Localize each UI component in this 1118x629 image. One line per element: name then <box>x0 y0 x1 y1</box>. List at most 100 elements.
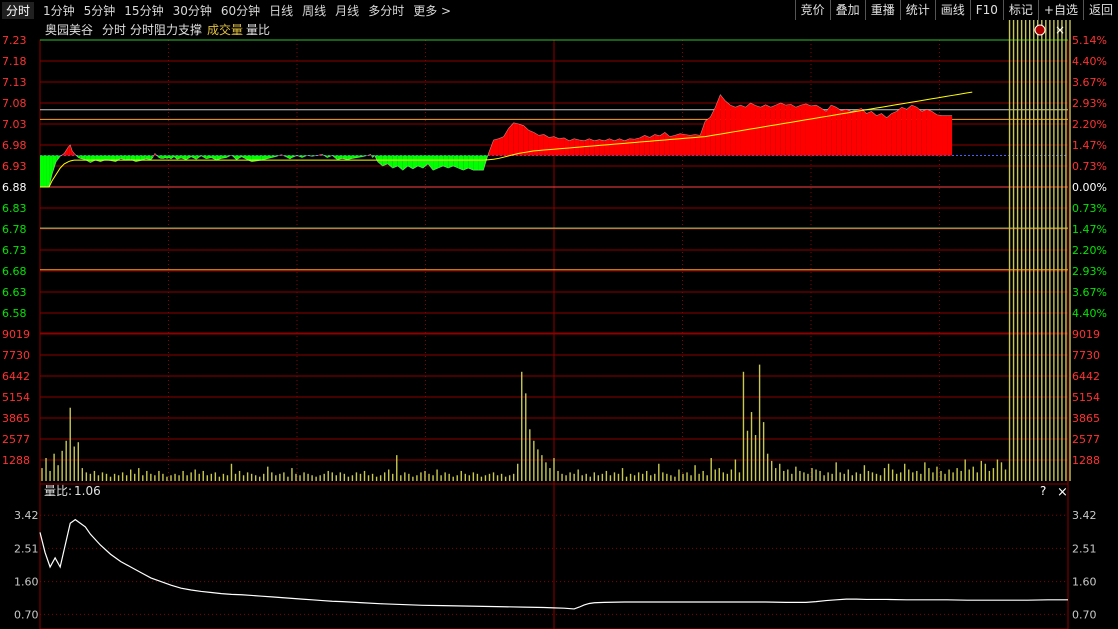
price-area-seg-182 <box>866 111 872 156</box>
period-toolbar: 分时 1分钟 5分钟 15分钟 30分钟 60分钟 日线 周线 月线 多分时 更多 > 竞价 叠加 重播… <box>0 0 1118 21</box>
price-area-seg-112 <box>513 122 519 156</box>
price-area-seg-129 <box>599 139 605 156</box>
period-tabs: 分时 1分钟 5分钟 15分钟 30分钟 60分钟 日线 周线 月线 多分时 更多 > <box>2 0 460 20</box>
pct-tick-11: 2.93% <box>1072 265 1107 278</box>
price-tick-12: 6.63 <box>2 286 27 299</box>
period-tab-7[interactable]: 周线 <box>302 2 326 19</box>
price-tick-7: 6.88 <box>2 181 27 194</box>
period-tab-5[interactable]: 60分钟 <box>221 2 260 19</box>
tool-button-2[interactable]: 重播 <box>864 0 900 20</box>
price-area-seg-180 <box>856 108 862 156</box>
price-area-seg-162 <box>765 104 771 156</box>
pct-tick-6: 0.73% <box>1072 160 1107 173</box>
ratio-tick-right-3: 0.70 <box>1072 608 1097 621</box>
price-area-seg-133 <box>619 138 625 156</box>
price-area-seg-132 <box>614 138 620 156</box>
vol-tick-right-4: 3865 <box>1072 412 1100 425</box>
price-area-seg-196 <box>936 114 943 156</box>
price-tick-11: 6.68 <box>2 265 27 278</box>
price-area-seg-165 <box>780 103 786 156</box>
close-icon[interactable]: × <box>1057 485 1068 500</box>
price-tick-13: 6.58 <box>2 307 27 320</box>
tool-button-0[interactable]: 竞价 <box>794 0 830 20</box>
price-area-seg-127 <box>589 138 595 156</box>
price-area-seg-131 <box>609 138 615 156</box>
pct-tick-12: 3.67% <box>1072 286 1107 299</box>
price-tick-4: 7.03 <box>2 118 27 131</box>
ratio-label: 量比 <box>246 23 270 37</box>
vol-tick-left-3: 5154 <box>2 391 30 404</box>
price-area-seg-167 <box>790 104 796 156</box>
price-tick-5: 6.98 <box>2 139 27 152</box>
price-area-seg-145 <box>679 133 686 156</box>
intraday-chart: 7.23 5.14% 7.18 4.40% 7.13 3.67% 7.08 2.93% 7.03… <box>0 20 1118 629</box>
vol-tick-left-1: 7730 <box>2 349 30 362</box>
vol-tick-right-1: 7730 <box>1072 349 1100 362</box>
price-area-seg-139 <box>649 134 655 156</box>
price-tick-3: 7.08 <box>2 97 27 110</box>
price-area-seg-128 <box>594 139 600 156</box>
price-area-seg-195 <box>931 111 937 156</box>
period-tab-0[interactable]: 分时 <box>2 1 35 19</box>
tool-button-4[interactable]: 画线 <box>934 0 970 20</box>
price-area-seg-193 <box>921 109 927 156</box>
price-tick-10: 6.73 <box>2 244 27 257</box>
price-area-seg-153 <box>720 94 726 156</box>
ratio-tick-right-0: 3.42 <box>1072 509 1097 522</box>
period-tab-4[interactable]: 30分钟 <box>173 2 212 19</box>
period-tab-3[interactable]: 15分钟 <box>124 2 163 19</box>
period-tab-1[interactable]: 1分钟 <box>43 2 75 19</box>
price-area-seg-137 <box>639 135 645 156</box>
pct-tick-1: 4.40% <box>1072 55 1107 68</box>
vol-tick-right-6: 1288 <box>1072 454 1100 467</box>
pct-tick-0: 5.14% <box>1072 34 1107 47</box>
price-area-seg-194 <box>926 109 932 156</box>
vol-tick-left-5: 2577 <box>2 433 30 446</box>
vol-tick-right-0: 9019 <box>1072 328 1100 341</box>
price-area-seg-169 <box>800 103 806 156</box>
tool-buttons: 竞价 叠加 重播 统计 画线 F10 标记 +自选 返回 <box>794 0 1118 20</box>
tool-button-5[interactable]: F10 <box>969 0 1003 20</box>
period-tab-6[interactable]: 日线 <box>269 2 293 19</box>
help-icon[interactable]: ? <box>1040 484 1046 498</box>
price-area-seg-108 <box>493 138 499 156</box>
price-area-seg-155 <box>730 105 736 156</box>
price-tick-8: 6.83 <box>2 202 27 215</box>
price-area-seg-166 <box>785 104 791 156</box>
volume-label: 成交量 <box>207 22 243 37</box>
period-tab-2[interactable]: 5分钟 <box>84 2 116 19</box>
pct-tick-8: 0.73% <box>1072 202 1107 215</box>
price-area-seg-197 <box>942 115 948 156</box>
price-area-seg-33 <box>160 155 162 159</box>
tool-button-1[interactable]: 叠加 <box>829 0 865 20</box>
pct-tick-13: 4.40% <box>1072 307 1107 320</box>
price-area-seg-190 <box>906 105 912 156</box>
price-area-seg-175 <box>831 105 837 156</box>
tool-button-3[interactable]: 统计 <box>899 0 935 20</box>
pct-tick-9: 1.47% <box>1072 223 1107 236</box>
price-area-seg-136 <box>634 137 640 156</box>
price-area-seg-173 <box>821 108 827 156</box>
period-tab-9[interactable]: 多分时 <box>368 2 404 19</box>
price-area-seg-117 <box>538 134 544 156</box>
price-area-seg-192 <box>916 107 922 156</box>
pct-tick-10: 2.20% <box>1072 244 1107 257</box>
tool-button-8[interactable]: 返回 <box>1082 0 1118 20</box>
pct-tick-4: 2.20% <box>1072 118 1107 131</box>
price-area-seg-184 <box>876 113 882 156</box>
period-tab-8[interactable]: 月线 <box>335 2 359 19</box>
price-area-seg-156 <box>735 105 741 156</box>
price-area-seg-104 <box>473 155 479 171</box>
vol-tick-left-6: 1288 <box>2 454 30 467</box>
tool-button-7[interactable]: +自选 <box>1037 0 1083 20</box>
vol-tick-left-4: 3865 <box>2 412 30 425</box>
header-item-intraday: 分时 <box>102 23 126 37</box>
vol-tick-right-5: 2577 <box>1072 433 1100 446</box>
price-area-seg-168 <box>795 105 801 156</box>
tool-button-6[interactable]: 标记 <box>1002 0 1038 20</box>
price-area-seg-34 <box>161 155 163 159</box>
period-tab-10[interactable]: 更多 > <box>413 2 451 19</box>
price-area-seg-189 <box>901 107 907 156</box>
price-area-seg-96 <box>433 155 439 171</box>
price-area-seg-198 <box>947 115 953 156</box>
